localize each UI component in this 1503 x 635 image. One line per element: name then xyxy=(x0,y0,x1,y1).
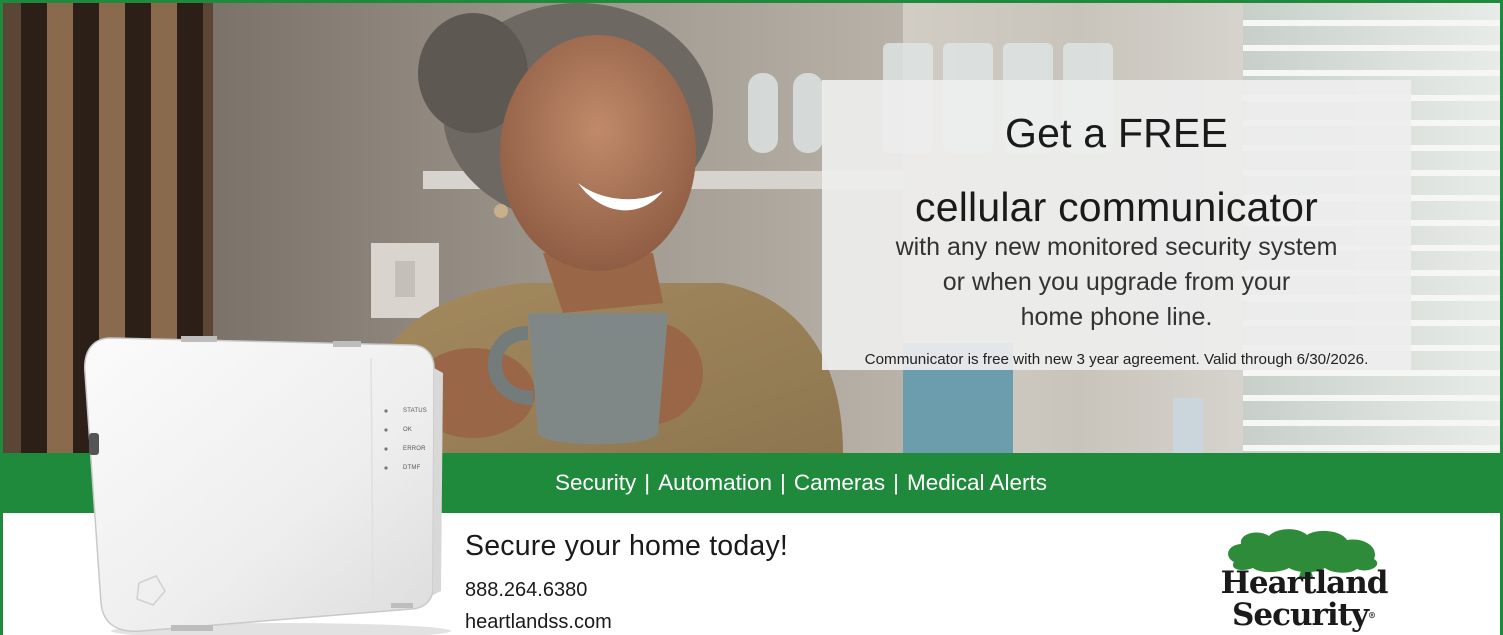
communicator-device-image xyxy=(84,336,451,635)
phone-number[interactable]: 888.264.6380 xyxy=(465,579,587,602)
service-cameras: Cameras xyxy=(793,470,886,495)
advertisement: Get a FREE cellular communicator with an… xyxy=(0,0,1503,635)
service-security: Security xyxy=(555,470,637,495)
led-label-status: STATUS xyxy=(403,408,427,414)
offer-headline-line2: cellular communicator xyxy=(915,184,1318,230)
logo-security-text: Security xyxy=(1232,597,1369,633)
logo-wordmark-security: Security® xyxy=(1219,598,1389,632)
led-label-error: ERROR xyxy=(403,446,426,452)
offer-panel: Get a FREE cellular communicator with an… xyxy=(822,80,1411,370)
registered-mark: ® xyxy=(1367,610,1376,620)
offer-body-line2: or when you upgrade from your xyxy=(942,268,1291,296)
website-link[interactable]: heartlandss.com xyxy=(465,611,612,634)
service-medical-alerts: Medical Alerts xyxy=(906,470,1048,495)
cellular-communicator-device: STATUS OK ERROR DTMF xyxy=(71,333,451,635)
logo-wordmark-heartland: Heartland xyxy=(1220,565,1389,601)
offer-fine-print: Communicator is free with new 3 year agr… xyxy=(864,351,1369,368)
led-label-ok: OK xyxy=(403,427,413,433)
service-separator: | xyxy=(779,470,786,495)
heartland-security-logo[interactable]: Heartland Security® xyxy=(1219,527,1389,635)
led-label-dtmf: DTMF xyxy=(403,465,421,471)
service-separator: | xyxy=(644,470,651,495)
service-separator: | xyxy=(893,470,899,495)
service-automation: Automation xyxy=(658,470,772,495)
offer-body-line3: home phone line. xyxy=(1020,303,1213,331)
offer-headline-line1: Get a FREE xyxy=(1004,110,1228,156)
offer-body-line1: with any new monitored security system xyxy=(895,233,1338,261)
tagline: Secure your home today! xyxy=(465,530,789,562)
